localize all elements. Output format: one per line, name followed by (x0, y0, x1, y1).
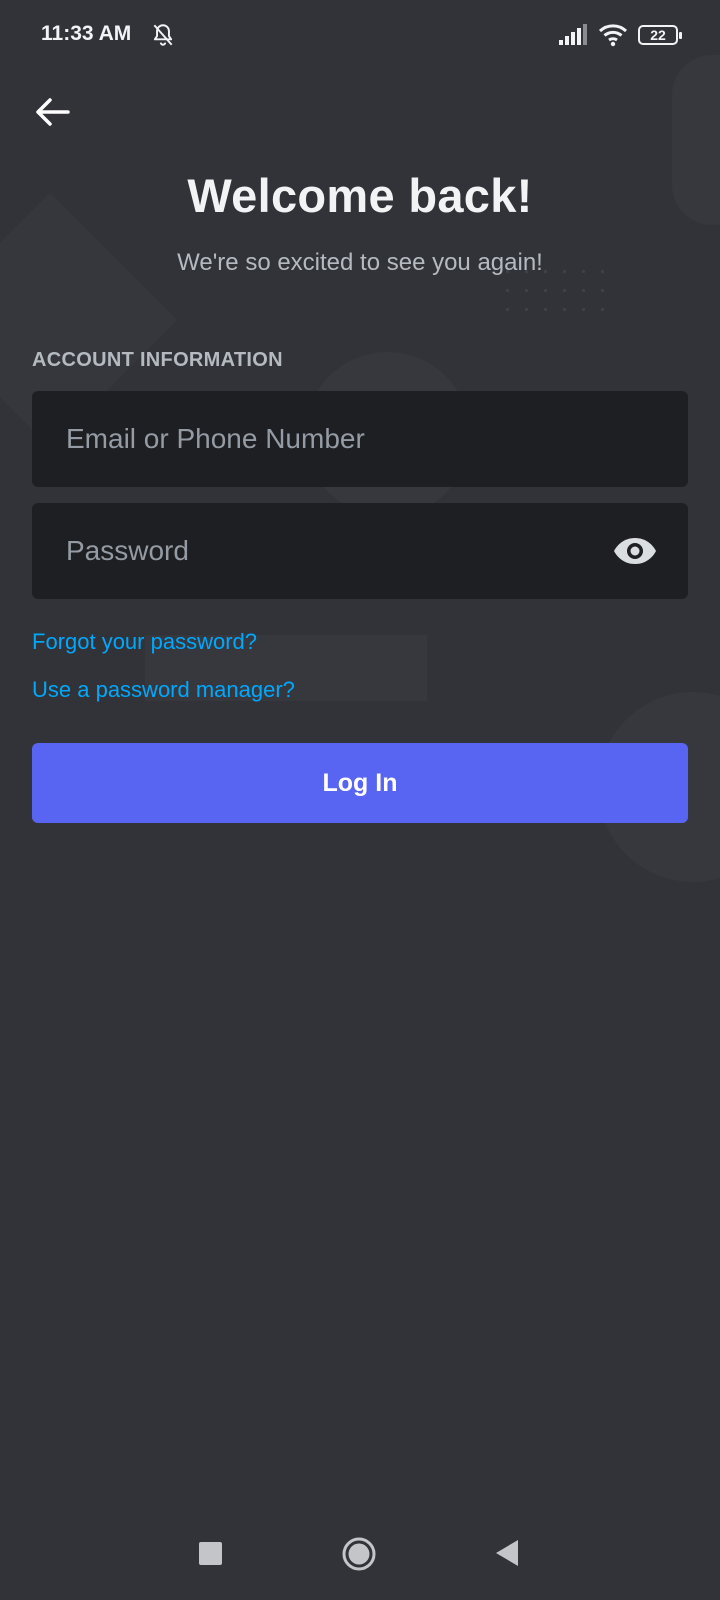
login-button[interactable]: Log In (32, 743, 688, 823)
home-circle-icon[interactable] (342, 1537, 376, 1571)
recents-square-icon[interactable] (199, 1542, 222, 1565)
status-bar: 11:33 AM 22 (0, 0, 720, 70)
wifi-icon (598, 24, 628, 47)
account-information-label: ACCOUNT INFORMATION (32, 349, 283, 371)
back-triangle-icon[interactable] (494, 1538, 520, 1568)
page-subtitle: We're so excited to see you again! (177, 249, 543, 276)
password-field-container (32, 503, 688, 599)
status-time: 11:33 AM (41, 22, 132, 45)
mute-bell-icon (153, 24, 173, 46)
eye-icon (614, 538, 656, 564)
arrow-left-icon (36, 98, 70, 126)
battery-icon: 22 (638, 25, 682, 45)
forgot-password-link[interactable]: Forgot your password? (32, 629, 257, 655)
login-screen: 11:33 AM 22 Welcome back! We're so excit… (0, 0, 720, 1600)
password-field[interactable] (32, 503, 688, 599)
email-field-container (32, 391, 688, 487)
back-button[interactable] (28, 88, 76, 136)
system-nav-bar (0, 1515, 720, 1590)
show-password-button[interactable] (612, 533, 658, 569)
signal-icon (559, 24, 587, 45)
email-field[interactable] (32, 391, 688, 487)
page-title: Welcome back! (187, 169, 533, 222)
password-manager-link[interactable]: Use a password manager? (32, 677, 295, 703)
